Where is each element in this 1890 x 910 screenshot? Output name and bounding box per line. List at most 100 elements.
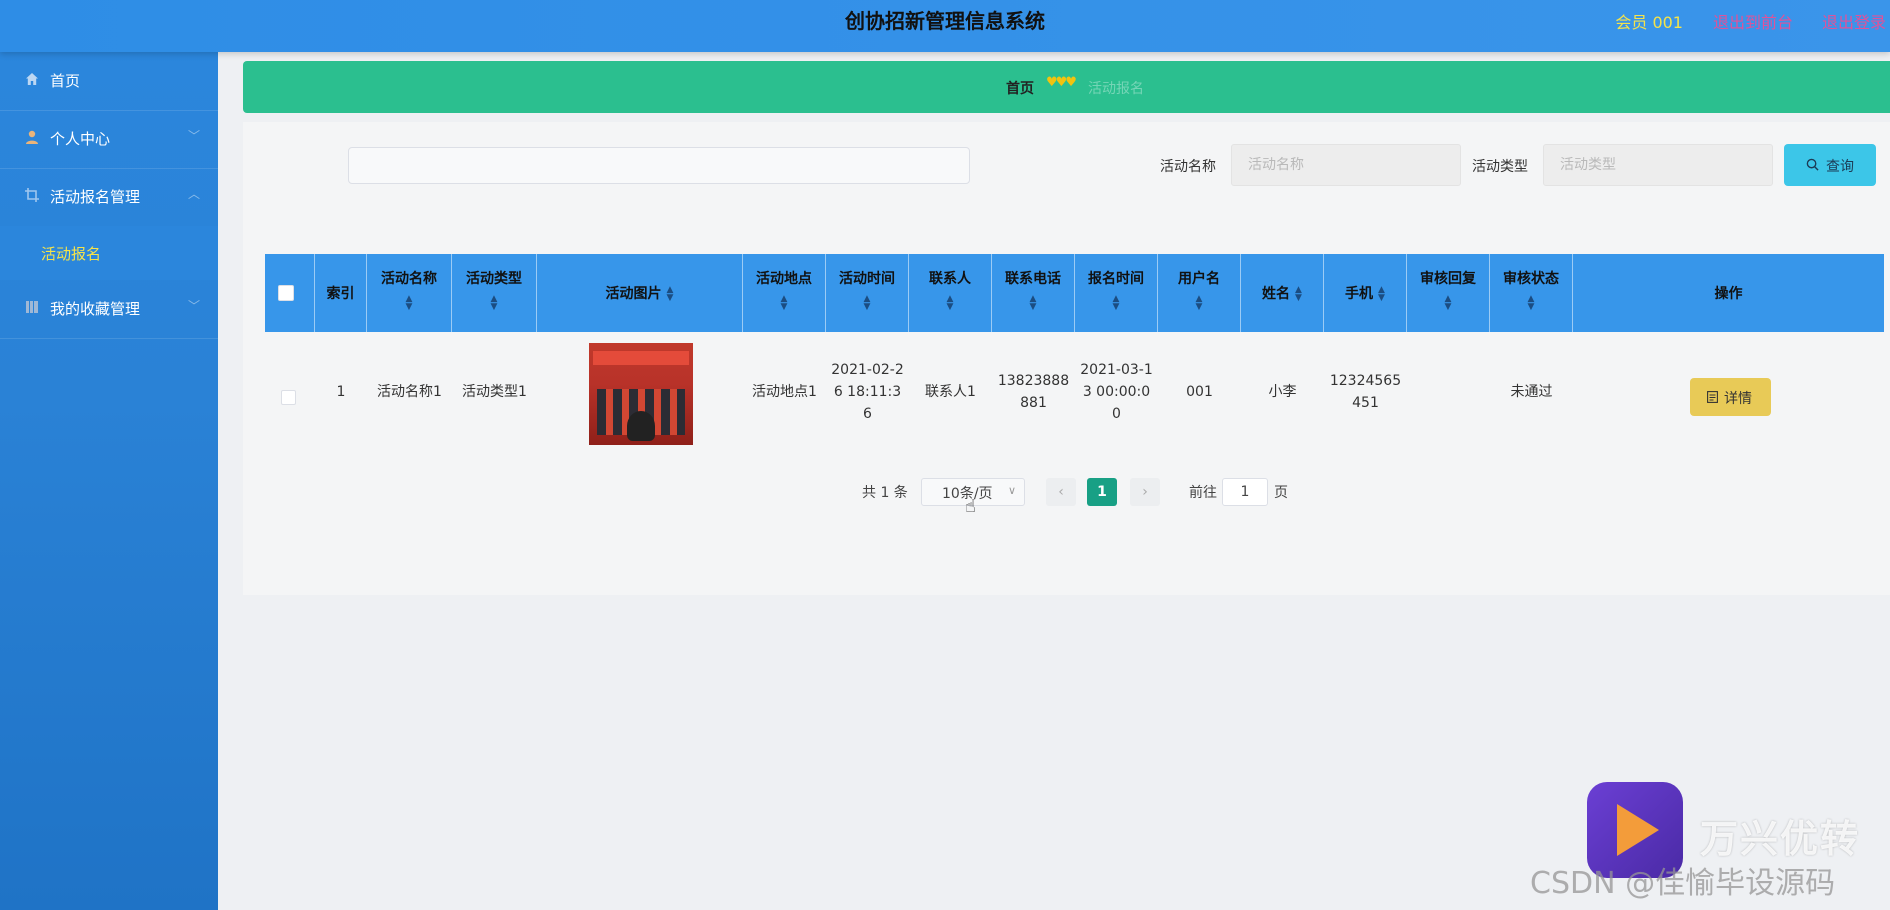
sidebar-item-label: 个人中心 [50,130,111,148]
goto-page-input[interactable]: 1 [1222,478,1268,506]
sidebar-item-home[interactable]: 首页 [0,52,218,111]
column-header-index[interactable]: 索引 [315,254,367,332]
document-icon [1707,391,1718,403]
thumbnail-statue [627,411,655,441]
sidebar-item-label: 首页 [50,72,81,90]
chevron-down-icon: ∨ [1007,484,1016,497]
sort-icon[interactable]: ▲ ▼ [909,295,991,312]
cell-review-reply [1407,332,1490,452]
table-header: 索引 活动名称 ▲ ▼ 活动类型 ▲ ▼ 活动图片 ▲ ▼ 活动地点 ▲ ▼ 活动时间 ▲… [265,254,1884,332]
book-icon [26,301,38,313]
prev-page-button[interactable]: ‹ [1046,478,1076,506]
sidebar-item-activity-signup-mgmt[interactable]: 活动报名管理 ︿ [0,168,218,227]
cell-signup-time: 2021-03-13 00:00:00 [1080,362,1153,422]
breadcrumb: 首页 ♥♥♥ 活动报名 [243,61,1890,113]
next-page-button[interactable]: › [1130,478,1160,506]
page-number-current[interactable]: 1 [1087,478,1117,506]
pagination: 共 1 条 10条/页 ∨ ‹ 1 › 前往 1 页 [0,478,1890,508]
cell-activity-time: 2021-02-26 18:11:36 [831,362,904,422]
row-checkbox[interactable] [281,390,296,405]
column-header-contact[interactable]: 联系人 ▲ ▼ [909,254,992,332]
column-header-activity-image[interactable]: 活动图片 ▲ ▼ [537,254,743,332]
sidebar-item-label: 我的收藏管理 [50,300,141,318]
pagination-total: 共 1 条 [862,485,908,501]
cell-index: 1 [336,384,346,400]
sort-icon[interactable]: ▲ ▼ [1295,286,1302,303]
watermark-brand: 万兴优转 [1700,817,1861,861]
column-header-activity-name[interactable]: 活动名称 ▲ ▼ [367,254,452,332]
cell-real-name: 小李 [1268,384,1297,400]
cell-mobile: 12324565451 [1329,373,1402,411]
crop-icon [25,188,39,202]
sort-icon[interactable]: ▲ ▼ [826,295,908,312]
column-header-username[interactable]: 用户名 ▲ ▼ [1158,254,1241,332]
sidebar-item-personal-center[interactable]: 个人中心 ﹀ [0,110,218,169]
detail-button-label: 详情 [1724,391,1752,407]
sort-icon[interactable]: ▲ ▼ [1075,295,1157,312]
cell-username: 001 [1186,384,1213,400]
activity-name-input[interactable]: 活动名称 [1231,144,1461,186]
home-icon [26,73,38,85]
chevron-down-icon: ﹀ [187,129,200,143]
sidebar-item-favorites-mgmt[interactable]: 我的收藏管理 ﹀ [0,280,218,339]
top-header: 创协招新管理信息系统 会员 001 退出到前台 退出登录 [0,0,1890,52]
column-header-review-status[interactable]: 审核状态 ▲ ▼ [1490,254,1573,332]
sort-icon[interactable]: ▲ ▼ [1158,295,1240,312]
activity-name-label: 活动名称 [1160,159,1216,175]
cell-activity-type: 活动类型1 [462,384,527,400]
column-header-activity-location[interactable]: 活动地点 ▲ ▼ [743,254,826,332]
breadcrumb-current: 活动报名 [1088,81,1144,97]
app-title: 创协招新管理信息系统 [845,9,1045,33]
select-all-checkbox[interactable] [278,285,294,301]
detail-button[interactable]: 详情 [1690,378,1771,416]
sort-icon[interactable]: ▲ ▼ [1407,295,1489,312]
chevron-up-icon: ︿ [187,187,200,201]
sort-icon[interactable]: ▲ ▼ [992,295,1074,312]
sort-icon[interactable]: ▲ ▼ [1490,295,1572,312]
column-header-review-reply[interactable]: 审核回复 ▲ ▼ [1407,254,1490,332]
play-icon [1617,804,1659,856]
cell-activity-location: 活动地点1 [752,384,817,400]
submenu-item-label: 活动报名 [41,245,102,263]
chevron-down-icon: ﹀ [187,299,200,313]
column-header-actions: 操作 [1714,286,1743,302]
select-all-cell [265,254,315,332]
sort-icon[interactable]: ▲ ▼ [667,286,674,303]
cell-review-status: 未通过 [1510,384,1553,400]
cell-phone: 13823888881 [997,373,1070,411]
goto-unit-label: 页 [1274,485,1288,501]
heart-icon: ♥♥♥ [1046,75,1077,90]
column-header-phone[interactable]: 联系电话 ▲ ▼ [992,254,1075,332]
thumbnail-banner [593,351,689,365]
cell-activity-name: 活动名称1 [377,384,442,400]
member-label: 会员 001 [1615,13,1683,32]
activity-thumbnail[interactable] [589,343,693,445]
breadcrumb-home[interactable]: 首页 [1006,78,1034,98]
search-button-label: 查询 [1826,159,1854,175]
user-icon [26,130,38,144]
table-row: 1 活动名称1 活动类型1 活动地点1 2021-02-26 18:11:36 … [265,332,1884,452]
watermark-csdn: CSDN @佳愉毕设源码 [1530,866,1836,901]
sort-icon[interactable]: ▲ ▼ [452,295,536,312]
activity-type-input[interactable]: 活动类型 [1543,144,1773,186]
search-button[interactable]: 查询 [1784,144,1876,186]
goto-label: 前往 [1189,485,1217,501]
row-select-cell [265,332,315,452]
search-icon [1806,158,1819,171]
cell-contact: 联系人1 [925,384,976,400]
column-header-activity-time[interactable]: 活动时间 ▲ ▼ [826,254,909,332]
sort-icon[interactable]: ▲ ▼ [1378,286,1385,303]
column-header-signup-time[interactable]: 报名时间 ▲ ▼ [1075,254,1158,332]
submenu-item-activity-signup[interactable]: 活动报名 [0,226,218,280]
column-header-real-name[interactable]: 姓名 ▲ ▼ [1241,254,1324,332]
column-header-activity-type[interactable]: 活动类型 ▲ ▼ [452,254,537,332]
sidebar-item-label: 活动报名管理 [50,188,141,206]
back-to-frontend-link[interactable]: 退出到前台 [1713,9,1793,33]
logout-link[interactable]: 退出登录 [1822,9,1886,33]
mouse-pointer-icon: ☝ [965,496,976,517]
blank-input-box[interactable] [348,147,970,184]
sort-icon[interactable]: ▲ ▼ [367,295,451,312]
sort-icon[interactable]: ▲ ▼ [743,295,825,312]
column-header-mobile[interactable]: 手机 ▲ ▼ [1324,254,1407,332]
activity-type-label: 活动类型 [1472,159,1528,175]
